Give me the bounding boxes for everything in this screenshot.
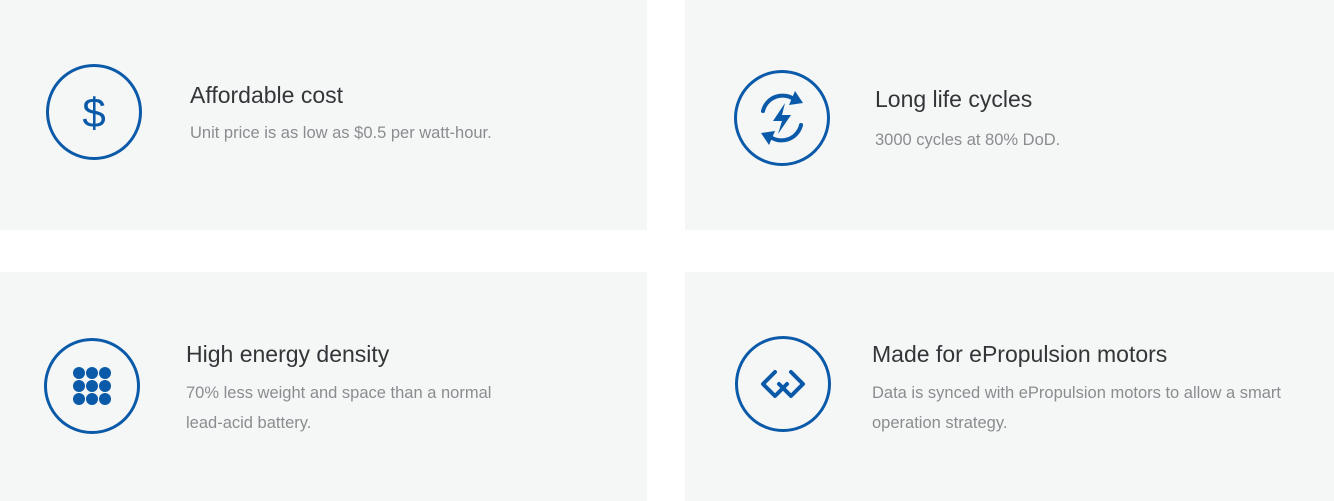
feature-description: Data is synced with ePropulsion motors t… [872, 384, 1282, 432]
feature-description: Unit price is as low as $0.5 per watt-ho… [190, 124, 492, 142]
feature-title: Long life cycles [875, 86, 1033, 112]
feature-card-high-energy-density: High energy density 70% less weight and … [0, 272, 647, 501]
cell-grid-icon [44, 338, 140, 434]
feature-title: Affordable cost [190, 82, 344, 108]
feature-title: Made for ePropulsion motors [872, 341, 1168, 367]
svg-text:$: $ [82, 89, 105, 136]
feature-title: High energy density [186, 341, 390, 367]
feature-description: 70% less weight and space than a normal … [186, 384, 492, 432]
feature-card-made-for-epropulsion: Made for ePropulsion motors Data is sync… [685, 272, 1334, 501]
feature-card-long-life-cycles: Long life cycles 3000 cycles at 80% DoD. [685, 0, 1334, 230]
link-chain-icon [735, 336, 831, 432]
feature-card-affordable-cost: $ Affordable cost Unit price is as low a… [0, 0, 647, 230]
dollar-icon: $ [46, 64, 142, 160]
recycle-bolt-icon [734, 70, 830, 166]
feature-description: 3000 cycles at 80% DoD. [875, 131, 1061, 149]
